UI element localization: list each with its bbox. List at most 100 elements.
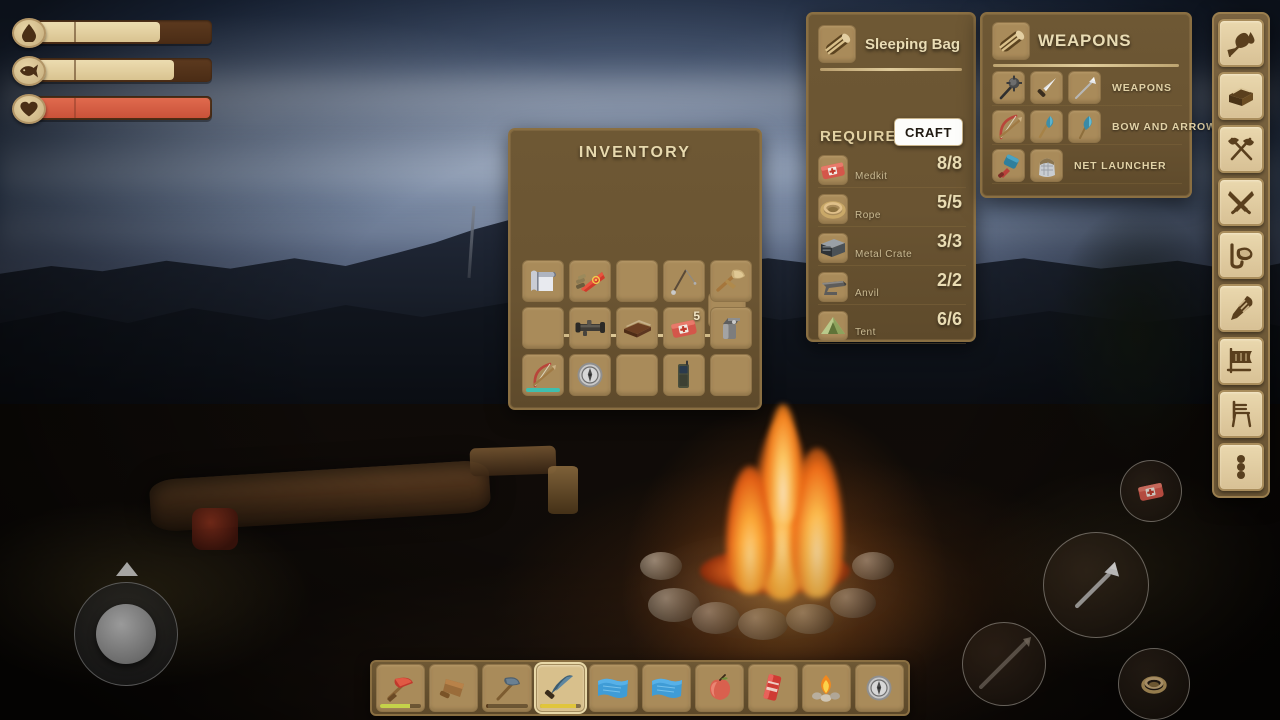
hotbar-slot-axe[interactable] (376, 664, 425, 712)
hotbar-slot-hammer[interactable] (429, 664, 478, 712)
fire-ring-stone (738, 608, 788, 640)
craft-button[interactable]: CRAFT (894, 118, 963, 146)
inventory-grid[interactable]: 5 (522, 260, 752, 396)
item-quantity: 5 (693, 309, 700, 323)
sidebar-item-storage[interactable] (1218, 72, 1264, 120)
inventory-slot-medkit[interactable]: 5 (663, 307, 705, 349)
sidebar-item-diving[interactable] (1218, 231, 1264, 279)
requirement-row: Medkit8/8 (818, 152, 966, 188)
requirement-count: 2/2 (937, 270, 962, 291)
inventory-panel[interactable]: INVENTORY 5 (508, 128, 762, 410)
apple-icon (706, 674, 734, 702)
blue-scrap-icon (650, 675, 684, 701)
primary-weapon-button[interactable] (1043, 532, 1149, 638)
sidebar-item-food-and-water[interactable] (1218, 19, 1264, 67)
inventory-slot-ammo-pack[interactable] (569, 260, 611, 302)
rope-icon (1140, 673, 1168, 695)
net-launcher-icon[interactable] (992, 149, 1025, 182)
sidebar-item-more[interactable] (1218, 443, 1264, 491)
sidebar-item-tools[interactable] (1218, 125, 1264, 173)
rope-button[interactable] (1118, 648, 1190, 720)
joystick-knob[interactable] (96, 604, 156, 664)
spear-icon (1069, 558, 1124, 613)
lighter-icon (717, 315, 745, 341)
inventory-slot-axe[interactable] (710, 260, 752, 302)
weapons-row[interactable]: BOW AND ARROW (992, 109, 1182, 145)
move-joystick[interactable] (74, 582, 178, 686)
sidebar-item-materials[interactable] (1218, 284, 1264, 332)
weapons-row[interactable]: WEAPONS (992, 70, 1182, 106)
crafting-panel[interactable]: Sleeping Bag REQUIRES CRAFT Medkit8/8Rop… (806, 12, 976, 342)
compass-icon (576, 361, 604, 389)
soda-can-icon (761, 673, 785, 703)
stone-axe-icon (491, 673, 523, 703)
inventory-slot-compass[interactable] (569, 354, 611, 396)
arrow-head-icon[interactable] (1030, 110, 1063, 143)
inventory-slot-empty[interactable] (616, 354, 658, 396)
tent-icon (818, 311, 848, 341)
weapons-rows: WEAPONSBOW AND ARROWNET LAUNCHER (992, 70, 1182, 187)
sidebar-item-weapons[interactable] (1218, 178, 1264, 226)
weapons-category-panel[interactable]: WEAPONS WEAPONSBOW AND ARROWNET LAUNCHER (980, 12, 1192, 198)
sleeping-bag-icon (822, 29, 852, 59)
requirement-name: Medkit (855, 171, 887, 182)
inventory-slot-radio[interactable] (663, 354, 705, 396)
category-sidebar[interactable] (1212, 12, 1270, 498)
inventory-slot-empty[interactable] (616, 260, 658, 302)
secondary-weapon-button[interactable] (962, 622, 1046, 706)
pickaxe-hammer-icon (1226, 135, 1256, 163)
craft-header: Sleeping Bag (818, 24, 964, 64)
hotbar-slot-scrap[interactable] (642, 664, 691, 712)
net-bag-icon[interactable] (1030, 149, 1063, 182)
heart-icon (12, 94, 46, 124)
weapons-title: WEAPONS (1038, 31, 1131, 51)
hotbar-slot-soda-can[interactable] (748, 664, 797, 712)
hotbar-slot-campfire[interactable] (802, 664, 851, 712)
spear-icon[interactable] (1068, 71, 1101, 104)
ellipsis-icon (1237, 455, 1245, 479)
medkit-icon (1136, 479, 1166, 503)
fire-ring-stone (830, 588, 876, 618)
stat-track (28, 20, 212, 44)
map-icon (528, 267, 558, 295)
inventory-slot-wooden-box[interactable] (616, 307, 658, 349)
bow-icon (528, 361, 558, 389)
inventory-slot-empty[interactable] (522, 307, 564, 349)
inventory-slot-bow-and-arrow[interactable] (522, 354, 564, 396)
fishing-rod-icon (669, 266, 699, 296)
drumstick-drop-icon (1226, 29, 1256, 57)
inventory-slot-map-scroll[interactable] (522, 260, 564, 302)
chair-icon (1228, 400, 1254, 428)
sidebar-item-raft[interactable] (1218, 337, 1264, 385)
hotbar-slot-stone-axe[interactable] (482, 664, 531, 712)
wooden-plank (470, 446, 557, 477)
rope-icon (818, 194, 848, 224)
bow-icon[interactable] (992, 110, 1025, 143)
requirement-name: Rope (855, 210, 881, 221)
knife-icon[interactable] (1030, 71, 1063, 104)
hotbar-slot-scrap[interactable] (589, 664, 638, 712)
inventory-slot-lighter[interactable] (710, 307, 752, 349)
arrow-tip-icon[interactable] (1068, 110, 1101, 143)
mace-icon[interactable] (992, 71, 1025, 104)
weapons-row[interactable]: NET LAUNCHER (992, 148, 1182, 184)
requirement-name: Tent (855, 327, 876, 338)
sidebar-item-furniture[interactable] (1218, 390, 1264, 438)
hotbar[interactable] (370, 660, 910, 716)
inventory-slot-empty[interactable] (710, 354, 752, 396)
use-medkit-button[interactable] (1120, 460, 1182, 522)
anvil-icon (818, 272, 848, 302)
requirement-count: 5/5 (937, 192, 962, 213)
snorkel-icon (1226, 241, 1256, 269)
hotbar-slot-apple[interactable] (695, 664, 744, 712)
inventory-slot-rifle-scope[interactable] (569, 307, 611, 349)
inventory-slot-fishing-rod[interactable] (663, 260, 705, 302)
hotbar-slot-compass[interactable] (855, 664, 904, 712)
requirement-name: Metal Crate (855, 249, 912, 260)
requirement-row: Anvil2/2 (818, 269, 966, 305)
stat-fill (30, 98, 210, 118)
screw-icon (1227, 294, 1255, 322)
sleeping-bag-icon (992, 22, 1030, 60)
durability-bar (540, 704, 581, 708)
hotbar-slot-stone-knife[interactable] (536, 664, 585, 712)
